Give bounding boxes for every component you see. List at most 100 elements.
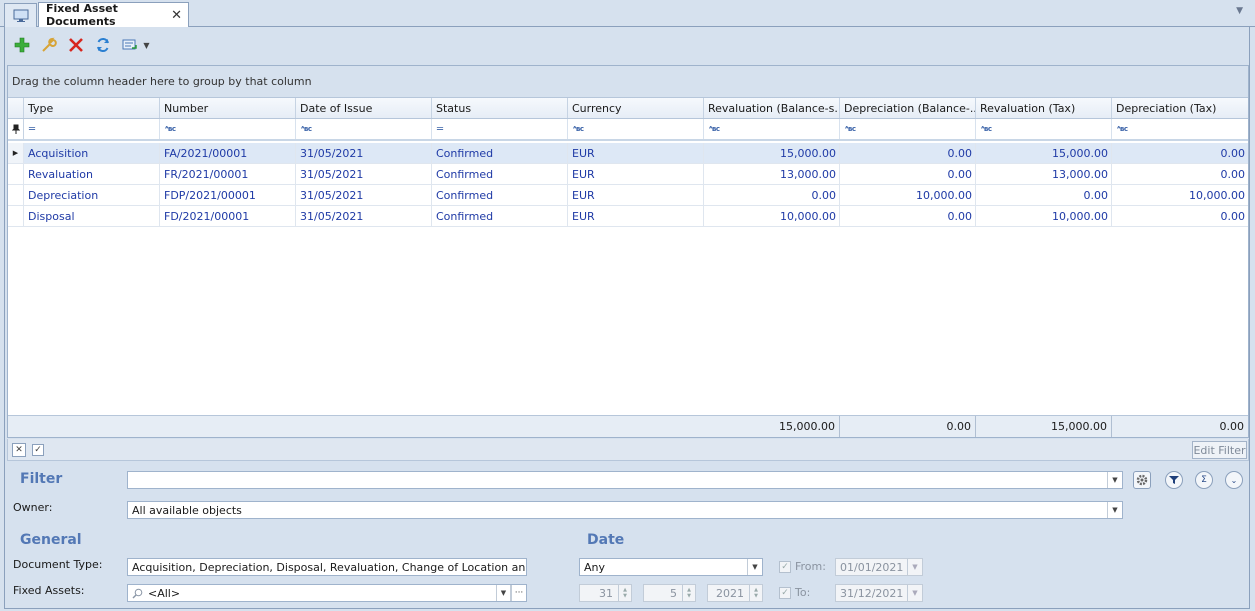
day-spinner[interactable]: 31 ▲ ▼ (579, 584, 632, 602)
abc-icon: ᴬʙᴄ (573, 125, 584, 133)
cell-number[interactable]: FR/2021/00001 (160, 164, 296, 184)
cell-revaluation-bs[interactable]: 0.00 (704, 185, 840, 205)
filter-cell-revaluation-bs[interactable]: ᴬʙᴄ (704, 119, 840, 139)
column-header-status[interactable]: Status (432, 98, 568, 118)
home-tab[interactable] (4, 3, 37, 27)
tab-menu-chevron-icon[interactable]: ▼ (1236, 6, 1243, 16)
cell-date[interactable]: 31/05/2021 (296, 185, 432, 205)
filter-cell-number[interactable]: ᴬʙᴄ (160, 119, 296, 139)
cell-date[interactable]: 31/05/2021 (296, 164, 432, 184)
chevron-down-icon[interactable]: ▼ (496, 585, 511, 601)
cell-depreciation-tax[interactable]: 10,000.00 (1112, 185, 1248, 205)
cell-revaluation-tax[interactable]: 10,000.00 (976, 206, 1112, 226)
filter-cell-currency[interactable]: ᴬʙᴄ (568, 119, 704, 139)
to-date-input[interactable]: 31/12/2021 ▼ (835, 584, 923, 602)
filter-cell-date[interactable]: ᴬʙᴄ (296, 119, 432, 139)
cell-number[interactable]: FD/2021/00001 (160, 206, 296, 226)
cell-depreciation-tax[interactable]: 0.00 (1112, 206, 1248, 226)
table-row[interactable]: Revaluation FR/2021/00001 31/05/2021 Con… (8, 164, 1248, 185)
column-header-revaluation-tax[interactable]: Revaluation (Tax) (976, 98, 1112, 118)
filter-input[interactable]: ▼ (127, 471, 1123, 489)
ellipsis-icon[interactable]: ··· (511, 585, 526, 601)
month-spinner[interactable]: 5 ▲ ▼ (643, 584, 696, 602)
cell-type[interactable]: Acquisition (24, 143, 160, 163)
cell-depreciation-tax[interactable]: 0.00 (1112, 143, 1248, 163)
cell-depreciation-tax[interactable]: 0.00 (1112, 164, 1248, 184)
filter-cell-depreciation-tax[interactable]: ᴬʙᴄ (1112, 119, 1248, 139)
document-type-select[interactable]: Acquisition, Depreciation, Disposal, Rev… (127, 558, 527, 576)
filter-cell-depreciation-bs[interactable]: ᴬʙᴄ (840, 119, 976, 139)
cell-revaluation-bs[interactable]: 13,000.00 (704, 164, 840, 184)
column-header-number[interactable]: Number (160, 98, 296, 118)
apply-filter-button[interactable] (1165, 471, 1183, 489)
column-header-depreciation-bs[interactable]: Depreciation (Balance-... (840, 98, 976, 118)
settings-button[interactable] (1133, 471, 1151, 489)
cell-number[interactable]: FA/2021/00001 (160, 143, 296, 163)
chevron-down-icon[interactable]: ▼ (1107, 472, 1122, 488)
filter-cell-type[interactable]: ═ (24, 119, 160, 139)
total-revaluation-bs: 15,000.00 (704, 416, 840, 437)
column-header-revaluation-bs[interactable]: Revaluation (Balance-s... (704, 98, 840, 118)
year-spinner[interactable]: 2021 ▲ ▼ (707, 584, 763, 602)
refresh-button[interactable] (92, 34, 114, 56)
cell-revaluation-bs[interactable]: 15,000.00 (704, 143, 840, 163)
cell-currency[interactable]: EUR (568, 164, 704, 184)
to-checkbox[interactable]: ✓ (779, 587, 791, 599)
filter-cell-status[interactable]: ═ (432, 119, 568, 139)
chevron-down-icon[interactable]: ▼ (1107, 502, 1122, 518)
sum-button[interactable]: Σ (1195, 471, 1213, 489)
edit-button[interactable] (38, 34, 60, 56)
cell-status[interactable]: Confirmed (432, 185, 568, 205)
cell-status[interactable]: Confirmed (432, 206, 568, 226)
cell-revaluation-tax[interactable]: 13,000.00 (976, 164, 1112, 184)
cell-date[interactable]: 31/05/2021 (296, 206, 432, 226)
table-row[interactable]: ▶ Acquisition FA/2021/00001 31/05/2021 C… (8, 143, 1248, 164)
cell-number[interactable]: FDP/2021/00001 (160, 185, 296, 205)
chevron-down-icon[interactable]: ▼ (907, 585, 922, 601)
delete-button[interactable] (65, 34, 87, 56)
cell-currency[interactable]: EUR (568, 206, 704, 226)
edit-filter-button[interactable]: Edit Filter (1192, 441, 1247, 459)
cell-type[interactable]: Disposal (24, 206, 160, 226)
group-by-panel[interactable]: Drag the column header here to group by … (8, 66, 1248, 98)
cell-depreciation-bs[interactable]: 0.00 (840, 206, 976, 226)
add-button[interactable] (11, 34, 33, 56)
export-button[interactable]: ▼ (119, 34, 153, 56)
fixed-assets-select[interactable]: <All> ▼ ··· (127, 584, 527, 602)
filter-enabled-checkbox[interactable]: ✓ (32, 444, 44, 456)
tab-fixed-asset-documents[interactable]: Fixed Asset Documents ✕ (38, 2, 189, 28)
close-icon[interactable]: ✕ (171, 8, 182, 23)
cell-currency[interactable]: EUR (568, 185, 704, 205)
cell-status[interactable]: Confirmed (432, 164, 568, 184)
chevron-down-icon[interactable]: ▼ (143, 41, 149, 50)
cell-depreciation-bs[interactable]: 10,000.00 (840, 185, 976, 205)
chevron-down-icon[interactable]: ▼ (907, 559, 922, 575)
column-header-date[interactable]: Date of Issue (296, 98, 432, 118)
spinner-arrows-icon[interactable]: ▲ ▼ (618, 585, 631, 601)
cell-type[interactable]: Depreciation (24, 185, 160, 205)
clear-filter-icon[interactable]: ✕ (12, 443, 26, 457)
date-period-select[interactable]: Any ▼ (579, 558, 763, 576)
cell-currency[interactable]: EUR (568, 143, 704, 163)
from-date-input[interactable]: 01/01/2021 ▼ (835, 558, 923, 576)
spinner-arrows-icon[interactable]: ▲ ▼ (682, 585, 695, 601)
cell-revaluation-tax[interactable]: 15,000.00 (976, 143, 1112, 163)
owner-select[interactable]: All available objects ▼ (127, 501, 1123, 519)
column-header-depreciation-tax[interactable]: Depreciation (Tax) (1112, 98, 1248, 118)
cell-depreciation-bs[interactable]: 0.00 (840, 143, 976, 163)
column-header-type[interactable]: Type (24, 98, 160, 118)
cell-revaluation-bs[interactable]: 10,000.00 (704, 206, 840, 226)
filter-cell-revaluation-tax[interactable]: ᴬʙᴄ (976, 119, 1112, 139)
table-row[interactable]: Depreciation FDP/2021/00001 31/05/2021 C… (8, 185, 1248, 206)
column-header-currency[interactable]: Currency (568, 98, 704, 118)
spinner-arrows-icon[interactable]: ▲ ▼ (749, 585, 762, 601)
cell-depreciation-bs[interactable]: 0.00 (840, 164, 976, 184)
table-row[interactable]: Disposal FD/2021/00001 31/05/2021 Confir… (8, 206, 1248, 227)
from-checkbox[interactable]: ✓ (779, 561, 791, 573)
cell-status[interactable]: Confirmed (432, 143, 568, 163)
chevron-down-icon[interactable]: ▼ (747, 559, 762, 575)
cell-date[interactable]: 31/05/2021 (296, 143, 432, 163)
cell-type[interactable]: Revaluation (24, 164, 160, 184)
cell-revaluation-tax[interactable]: 0.00 (976, 185, 1112, 205)
expand-filter-button[interactable]: ⌄ (1225, 471, 1243, 489)
